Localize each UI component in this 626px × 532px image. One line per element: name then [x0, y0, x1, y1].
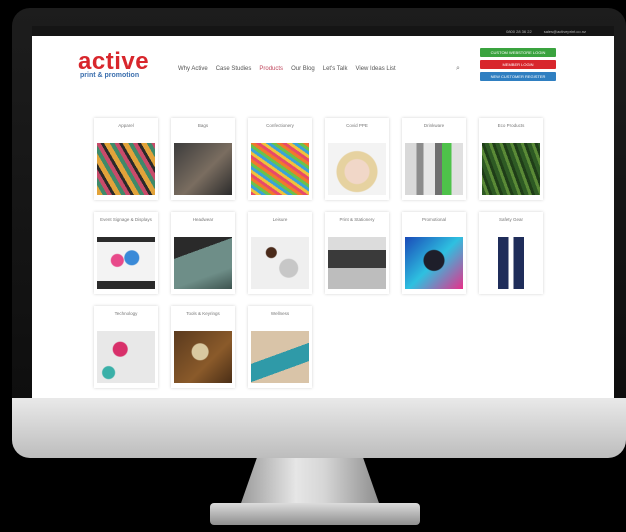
nav-view-ideas-list[interactable]: View Ideas List [355, 66, 395, 72]
category-label: Wellness [270, 311, 290, 316]
category-label: Covid PPE [346, 123, 368, 128]
category-card-promotional[interactable]: Promotional [402, 212, 466, 294]
category-label: Bags [197, 123, 209, 128]
monitor-base [210, 503, 420, 525]
category-label: Tools & Keyrings [186, 311, 220, 316]
member-login-button[interactable]: MEMBER LOGIN [480, 60, 556, 69]
apparel-image [97, 143, 155, 195]
nav-lets-talk[interactable]: Let's Talk [323, 66, 348, 72]
search-icon[interactable]: ⌕ [456, 65, 460, 73]
email-address[interactable]: sales@activeprint.co.nz [544, 29, 586, 34]
category-label: Apparel [118, 123, 134, 128]
print-stationery-image [328, 237, 386, 289]
site-logo[interactable]: active print & promotion [78, 48, 150, 80]
tools-keyrings-image [174, 331, 232, 383]
wellness-image [251, 331, 309, 383]
webstore-login-button[interactable]: CUSTOM WEBSTORE LOGIN [480, 48, 556, 57]
category-label: Drinkware [423, 123, 445, 128]
drinkware-image [405, 143, 463, 195]
nav-why-active[interactable]: Why Active [178, 66, 208, 72]
category-card-eco-products[interactable]: Eco Products [479, 118, 543, 200]
phone-number[interactable]: 0800 28 36 22 [506, 29, 532, 34]
category-label: Leisure [272, 217, 288, 222]
website-screen: 0800 28 36 22 sales@activeprint.co.nz ac… [32, 26, 614, 398]
category-label: Event Signage & Displays [100, 217, 152, 222]
event-signage-image [97, 237, 155, 289]
logo-wordmark: active [78, 48, 150, 75]
leisure-image [251, 237, 309, 289]
category-card-leisure[interactable]: Leisure [248, 212, 312, 294]
monitor-chin [12, 398, 626, 458]
confectionery-image [251, 143, 309, 195]
category-card-confectionery[interactable]: Confectionery [248, 118, 312, 200]
category-card-safety-gear[interactable]: Safety Gear [479, 212, 543, 294]
login-buttons: CUSTOM WEBSTORE LOGIN MEMBER LOGIN NEW C… [480, 48, 556, 84]
promotional-image [405, 237, 463, 289]
category-label: Confectionery [266, 123, 294, 128]
category-label: Promotional [421, 217, 446, 222]
category-card-event-signage[interactable]: Event Signage & Displays [94, 212, 158, 294]
logo-tagline: print & promotion [80, 72, 140, 79]
category-card-technology[interactable]: Technology [94, 306, 158, 388]
nav-our-blog[interactable]: Our Blog [291, 66, 315, 72]
category-card-wellness[interactable]: Wellness [248, 306, 312, 388]
category-label: Safety Gear [498, 217, 523, 222]
category-card-drinkware[interactable]: Drinkware [402, 118, 466, 200]
headwear-image [174, 237, 232, 289]
category-label: Eco Products [497, 123, 525, 128]
covid-ppe-image [328, 143, 386, 195]
nav-products[interactable]: Products [259, 66, 283, 72]
category-label: Headwear [192, 217, 214, 222]
top-bar: 0800 28 36 22 sales@activeprint.co.nz [32, 26, 614, 36]
safety-gear-image [482, 237, 540, 289]
main-nav: Why Active Case Studies Products Our Blo… [178, 66, 396, 72]
category-card-headwear[interactable]: Headwear [171, 212, 235, 294]
category-card-bags[interactable]: Bags [171, 118, 235, 200]
site-header: active print & promotion Why Active Case… [32, 36, 614, 92]
category-card-covid-ppe[interactable]: Covid PPE [325, 118, 389, 200]
nav-case-studies[interactable]: Case Studies [216, 66, 252, 72]
category-card-print-stationery[interactable]: Print & Stationery [325, 212, 389, 294]
eco-products-image [482, 143, 540, 195]
category-label: Technology [114, 311, 138, 316]
bags-image [174, 143, 232, 195]
monitor-stand [240, 458, 380, 506]
register-button[interactable]: NEW CUSTOMER REGISTER [480, 72, 556, 81]
category-label: Print & Stationery [339, 217, 375, 222]
category-card-apparel[interactable]: Apparel [94, 118, 158, 200]
category-card-tools-keyrings[interactable]: Tools & Keyrings [171, 306, 235, 388]
technology-image [97, 331, 155, 383]
category-grid: Apparel Bags Confectionery Covid PPE Dri… [94, 118, 543, 388]
